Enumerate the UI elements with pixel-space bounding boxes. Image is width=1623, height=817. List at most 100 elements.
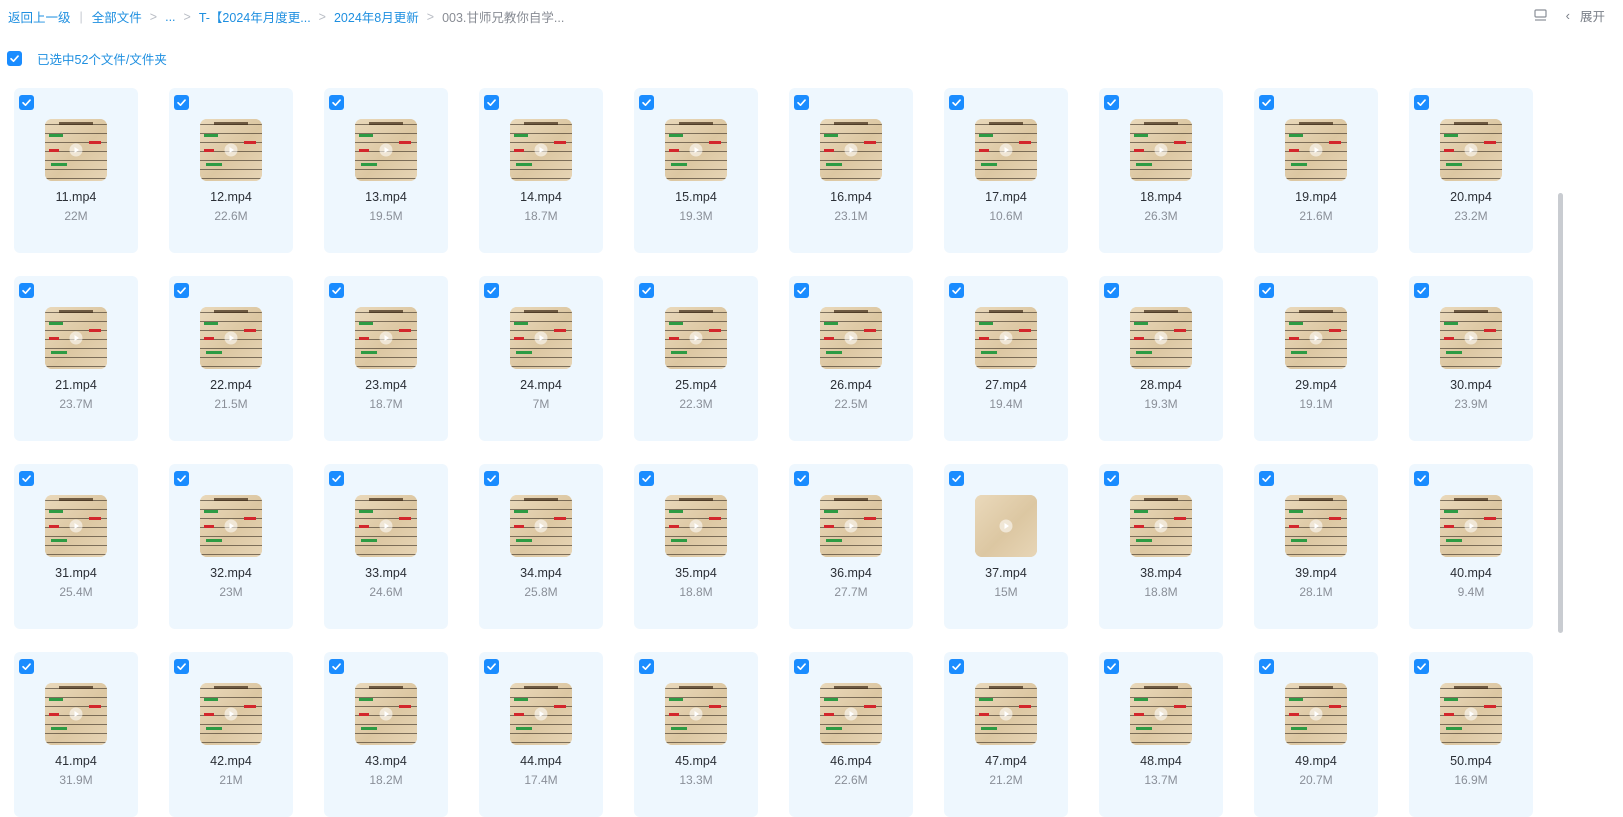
file-name[interactable]: 39.mp4 (1254, 566, 1378, 580)
file-card[interactable]: 29.mp4 19.1M (1254, 276, 1378, 441)
video-thumbnail[interactable] (1285, 307, 1347, 369)
file-name[interactable]: 17.mp4 (944, 190, 1068, 204)
file-checkbox[interactable] (794, 283, 809, 298)
video-thumbnail[interactable] (200, 495, 262, 557)
file-checkbox[interactable] (1414, 95, 1429, 110)
file-checkbox[interactable] (484, 283, 499, 298)
video-thumbnail[interactable] (200, 683, 262, 745)
file-name[interactable]: 40.mp4 (1409, 566, 1533, 580)
file-checkbox[interactable] (1259, 659, 1274, 674)
video-thumbnail[interactable] (820, 307, 882, 369)
file-card[interactable]: 32.mp4 23M (169, 464, 293, 629)
file-name[interactable]: 50.mp4 (1409, 754, 1533, 768)
file-checkbox[interactable] (174, 283, 189, 298)
file-checkbox[interactable] (639, 659, 654, 674)
video-thumbnail[interactable] (975, 119, 1037, 181)
vertical-scrollbar[interactable] (1558, 193, 1563, 633)
file-name[interactable]: 12.mp4 (169, 190, 293, 204)
expand-button[interactable]: ‹ 展开 (1566, 6, 1605, 25)
file-card[interactable]: 48.mp4 13.7M (1099, 652, 1223, 817)
video-thumbnail[interactable] (1130, 307, 1192, 369)
file-name[interactable]: 19.mp4 (1254, 190, 1378, 204)
file-card[interactable]: 44.mp4 17.4M (479, 652, 603, 817)
file-card[interactable]: 37.mp4 15M (944, 464, 1068, 629)
file-checkbox[interactable] (1259, 471, 1274, 486)
file-checkbox[interactable] (329, 95, 344, 110)
video-thumbnail[interactable] (1440, 119, 1502, 181)
file-checkbox[interactable] (949, 95, 964, 110)
file-card[interactable]: 18.mp4 26.3M (1099, 88, 1223, 253)
video-thumbnail[interactable] (355, 683, 417, 745)
breadcrumb-folder-august[interactable]: 2024年8月更新 (334, 7, 419, 26)
file-card[interactable]: 34.mp4 25.8M (479, 464, 603, 629)
file-name[interactable]: 46.mp4 (789, 754, 913, 768)
file-card[interactable]: 45.mp4 13.3M (634, 652, 758, 817)
file-card[interactable]: 35.mp4 18.8M (634, 464, 758, 629)
video-thumbnail[interactable] (45, 307, 107, 369)
video-thumbnail[interactable] (45, 495, 107, 557)
file-checkbox[interactable] (19, 283, 34, 298)
file-name[interactable]: 22.mp4 (169, 378, 293, 392)
file-name[interactable]: 20.mp4 (1409, 190, 1533, 204)
file-card[interactable]: 47.mp4 21.2M (944, 652, 1068, 817)
file-card[interactable]: 11.mp4 22M (14, 88, 138, 253)
video-thumbnail[interactable] (1130, 119, 1192, 181)
file-checkbox[interactable] (949, 659, 964, 674)
file-checkbox[interactable] (484, 471, 499, 486)
video-thumbnail[interactable] (355, 495, 417, 557)
video-thumbnail[interactable] (510, 119, 572, 181)
file-checkbox[interactable] (174, 659, 189, 674)
video-thumbnail[interactable] (355, 119, 417, 181)
file-name[interactable]: 16.mp4 (789, 190, 913, 204)
video-thumbnail[interactable] (510, 307, 572, 369)
file-checkbox[interactable] (1414, 659, 1429, 674)
file-card[interactable]: 38.mp4 18.8M (1099, 464, 1223, 629)
breadcrumb-folder-monthly[interactable]: T-【2024年月度更... (199, 7, 311, 26)
file-checkbox[interactable] (639, 471, 654, 486)
file-checkbox[interactable] (639, 95, 654, 110)
file-card[interactable]: 21.mp4 23.7M (14, 276, 138, 441)
file-checkbox[interactable] (19, 659, 34, 674)
file-card[interactable]: 33.mp4 24.6M (324, 464, 448, 629)
video-thumbnail[interactable] (510, 495, 572, 557)
file-checkbox[interactable] (19, 95, 34, 110)
file-checkbox[interactable] (1414, 471, 1429, 486)
file-checkbox[interactable] (1104, 283, 1119, 298)
file-card[interactable]: 13.mp4 19.5M (324, 88, 448, 253)
file-name[interactable]: 43.mp4 (324, 754, 448, 768)
video-thumbnail[interactable] (1285, 683, 1347, 745)
video-thumbnail[interactable] (1440, 495, 1502, 557)
file-checkbox[interactable] (329, 659, 344, 674)
file-card[interactable]: 26.mp4 22.5M (789, 276, 913, 441)
video-thumbnail[interactable] (665, 307, 727, 369)
file-name[interactable]: 49.mp4 (1254, 754, 1378, 768)
file-card[interactable]: 28.mp4 19.3M (1099, 276, 1223, 441)
file-card[interactable]: 14.mp4 18.7M (479, 88, 603, 253)
file-checkbox[interactable] (1104, 471, 1119, 486)
file-card[interactable]: 22.mp4 21.5M (169, 276, 293, 441)
file-card[interactable]: 17.mp4 10.6M (944, 88, 1068, 253)
file-name[interactable]: 21.mp4 (14, 378, 138, 392)
file-checkbox[interactable] (1104, 659, 1119, 674)
file-name[interactable]: 24.mp4 (479, 378, 603, 392)
file-checkbox[interactable] (484, 659, 499, 674)
video-thumbnail[interactable] (665, 119, 727, 181)
file-card[interactable]: 30.mp4 23.9M (1409, 276, 1533, 441)
file-name[interactable]: 27.mp4 (944, 378, 1068, 392)
video-thumbnail[interactable] (510, 683, 572, 745)
file-name[interactable]: 13.mp4 (324, 190, 448, 204)
file-card[interactable]: 23.mp4 18.7M (324, 276, 448, 441)
file-card[interactable]: 41.mp4 31.9M (14, 652, 138, 817)
file-name[interactable]: 30.mp4 (1409, 378, 1533, 392)
file-checkbox[interactable] (949, 283, 964, 298)
file-name[interactable]: 29.mp4 (1254, 378, 1378, 392)
video-thumbnail[interactable] (975, 495, 1037, 557)
video-thumbnail[interactable] (45, 119, 107, 181)
video-thumbnail[interactable] (1440, 307, 1502, 369)
file-name[interactable]: 31.mp4 (14, 566, 138, 580)
file-card[interactable]: 12.mp4 22.6M (169, 88, 293, 253)
file-name[interactable]: 44.mp4 (479, 754, 603, 768)
video-thumbnail[interactable] (200, 307, 262, 369)
back-link[interactable]: 返回上一级 (8, 7, 71, 26)
file-name[interactable]: 28.mp4 (1099, 378, 1223, 392)
